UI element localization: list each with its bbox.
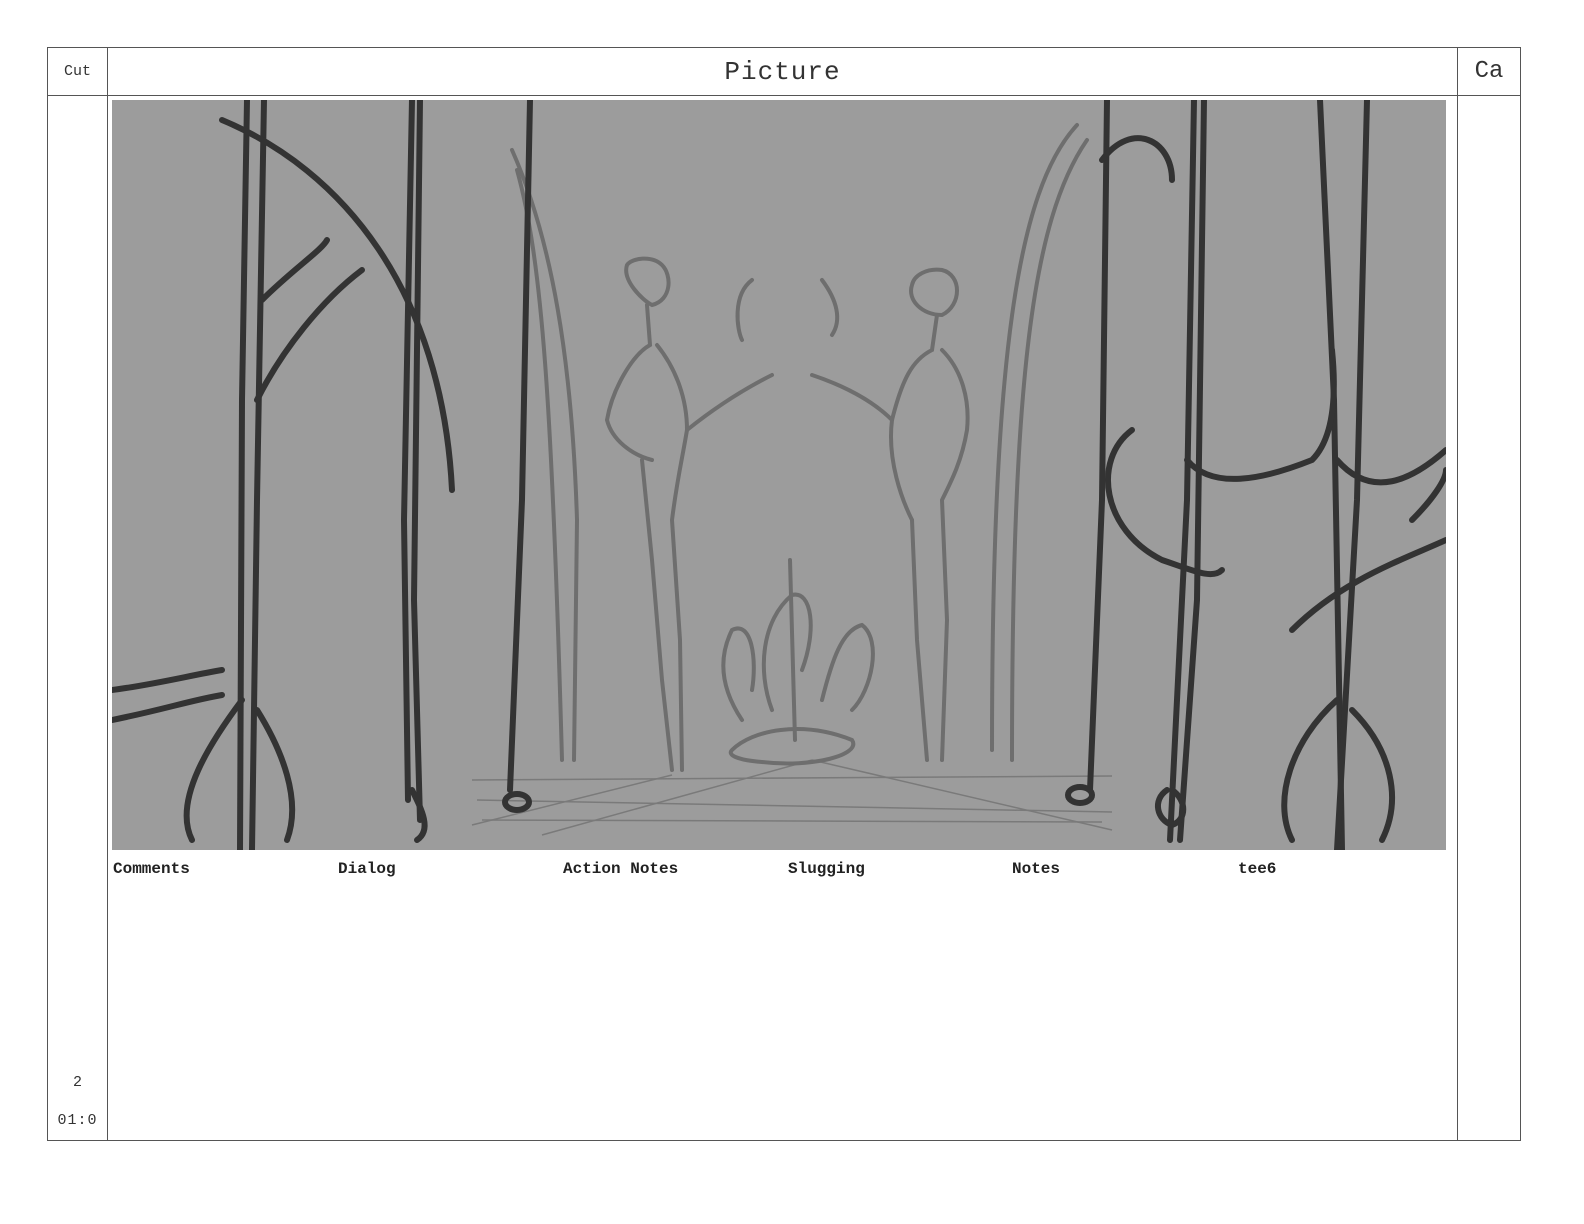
camera-column-header: Ca xyxy=(1474,58,1504,85)
cut-number: 2 xyxy=(72,1074,82,1091)
panel-fields-row: Comments Dialog Action Notes Slugging No… xyxy=(113,860,1453,882)
cut-duration: 01:0 xyxy=(57,1112,98,1129)
sketch-drawing xyxy=(112,100,1446,850)
action-notes-field-label: Action Notes xyxy=(563,860,679,878)
dialog-field-label: Dialog xyxy=(338,860,396,878)
comments-field-label: Comments xyxy=(113,860,190,878)
column-divider xyxy=(107,48,108,1140)
storyboard-panel-image[interactable] xyxy=(112,100,1446,850)
cut-column-header: Cut xyxy=(63,63,91,80)
picture-column-header: Picture xyxy=(724,56,841,87)
storyboard-frame: Cut Picture Ca Comments Dialog Action No… xyxy=(47,47,1521,1141)
column-divider xyxy=(1457,48,1458,1140)
slugging-field-label: Slugging xyxy=(788,860,865,878)
header-divider xyxy=(48,95,1520,96)
notes-field-label: Notes xyxy=(1012,860,1061,878)
custom-field-label: tee6 xyxy=(1238,860,1277,878)
